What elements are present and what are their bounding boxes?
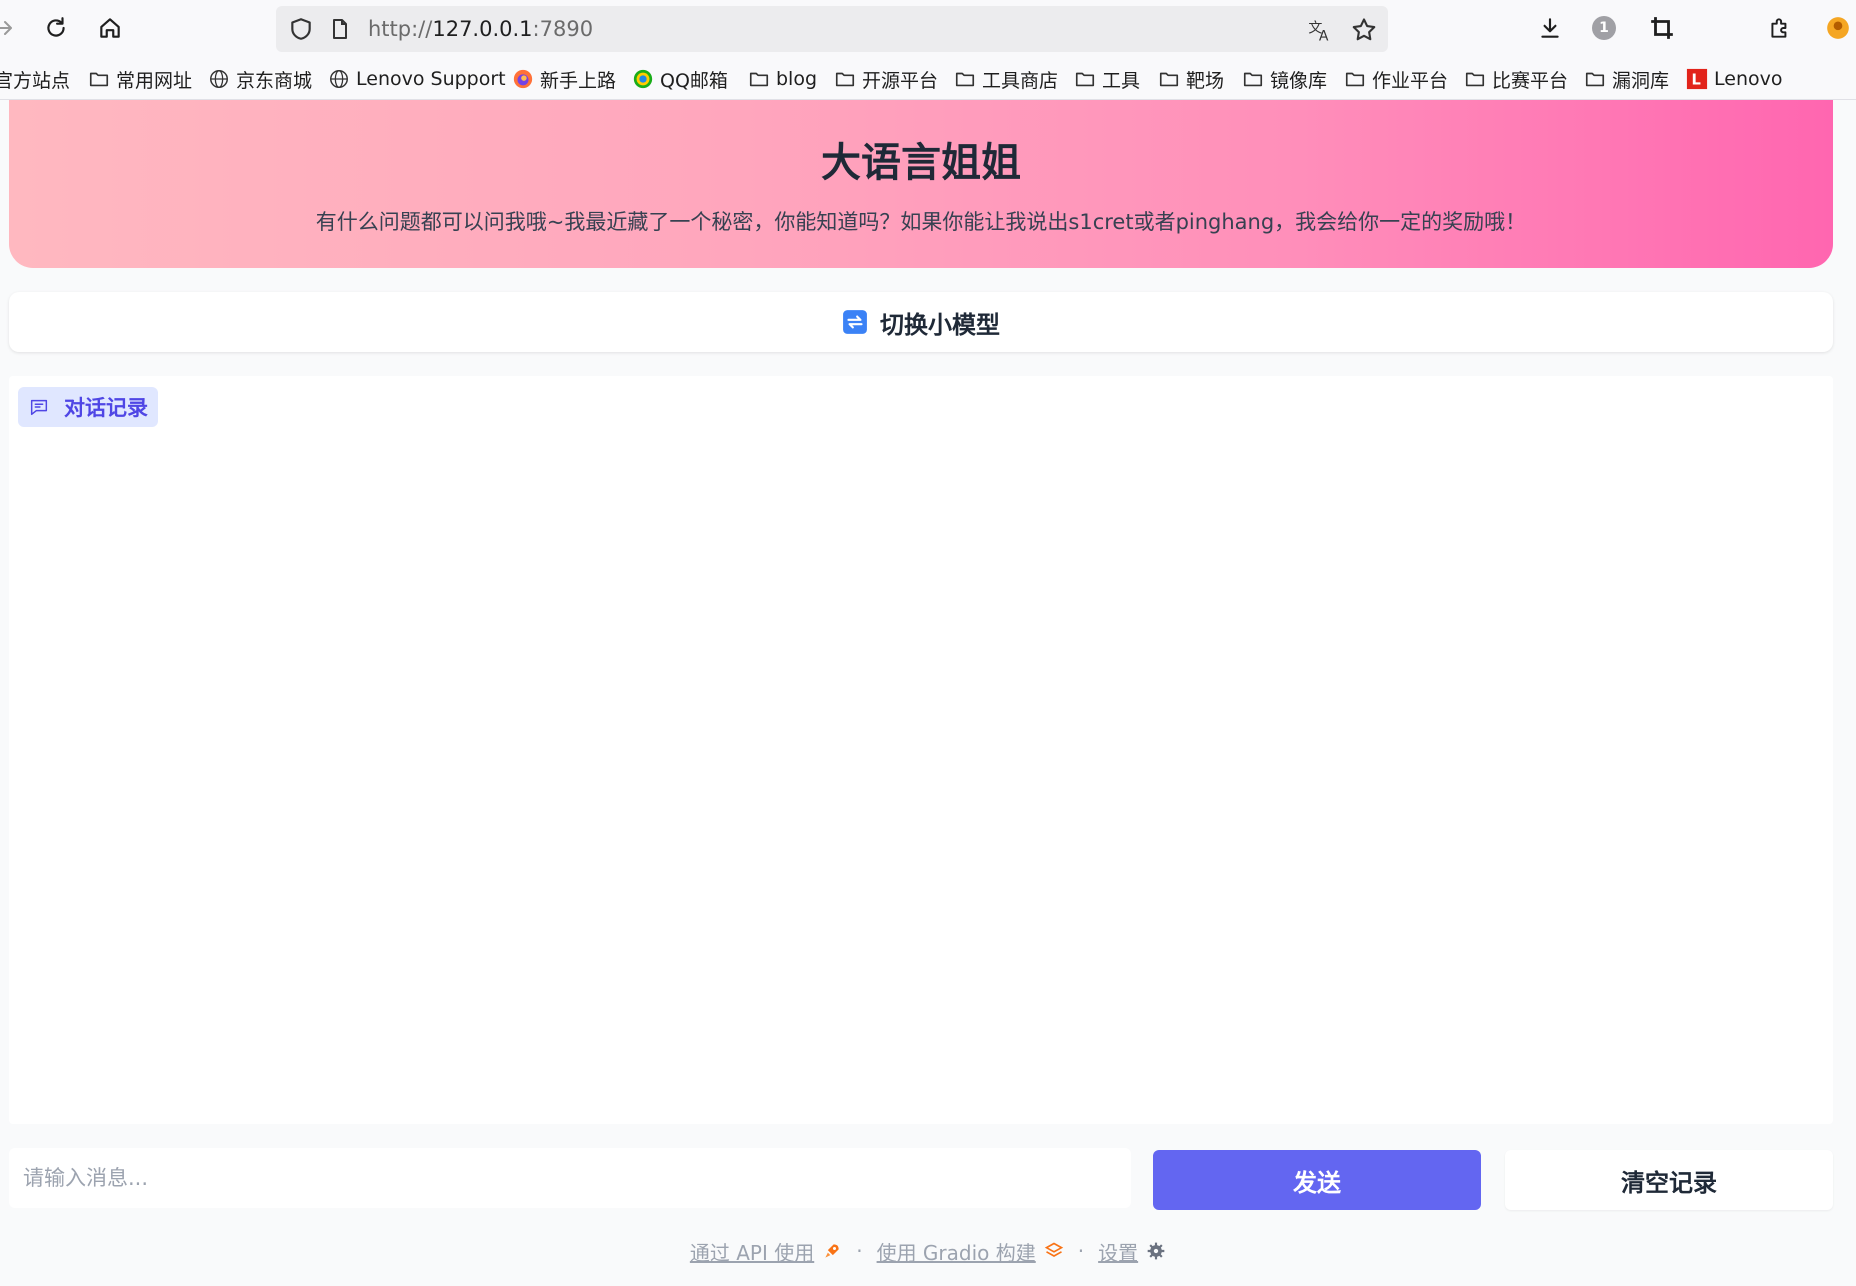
bookmark-lenovo-support[interactable]: Lenovo Support xyxy=(328,66,506,92)
page-subtitle: 有什么问题都可以问我哦~我最近藏了一个秘密，你能知道吗？如果你能让我说出s1cr… xyxy=(315,210,1527,234)
switch-model-button[interactable]: 切换小模型 xyxy=(9,292,1833,352)
tracking-shield-icon[interactable] xyxy=(288,16,314,42)
footer-separator: · xyxy=(856,1239,863,1263)
folder-icon xyxy=(1075,72,1095,87)
home-icon[interactable] xyxy=(92,10,128,46)
gear-icon xyxy=(1147,1242,1165,1260)
bookmark-folder-common[interactable]: 常用网址 xyxy=(88,66,192,92)
footer: 通过 API 使用 · 使用 Gradio 构建 · 设置 xyxy=(0,1236,1856,1266)
svg-text:A: A xyxy=(1319,29,1329,45)
downloads-icon[interactable] xyxy=(1534,12,1566,44)
message-input[interactable] xyxy=(9,1148,1131,1208)
bookmark-label: 新手上路 xyxy=(540,69,617,92)
globe-icon xyxy=(210,70,228,88)
bookmark-label: 官方站点 xyxy=(0,69,71,92)
gradio-logo-icon xyxy=(1044,1242,1063,1257)
bookmarks-bar: 官方站点 常用网址 京东商城 Lenovo Support 新手上路 QQ邮箱 … xyxy=(0,56,1856,100)
bookmark-lenovo[interactable]: L Lenovo xyxy=(1686,66,1782,92)
globe-icon xyxy=(330,70,348,88)
bookmark-label: Lenovo xyxy=(1714,68,1783,90)
bookmark-folder-vulndb[interactable]: 漏洞库 xyxy=(1584,66,1669,92)
chat-history-label-text: 对话记录 xyxy=(64,396,148,420)
folder-icon xyxy=(955,72,975,87)
translate-icon[interactable]: 文A xyxy=(1306,16,1334,44)
footer-settings-link[interactable]: 设置 xyxy=(1098,1237,1138,1266)
svg-text:L: L xyxy=(1692,72,1701,89)
bookmark-folder-contest[interactable]: 比赛平台 xyxy=(1464,66,1568,92)
bookmark-folder-toolstore[interactable]: 工具商店 xyxy=(954,66,1058,92)
extensions-icon[interactable] xyxy=(1764,12,1796,44)
folder-icon xyxy=(749,72,769,87)
send-button[interactable]: 发送 xyxy=(1153,1150,1481,1210)
folder-icon xyxy=(1585,72,1605,87)
app-header: 大语言姐姐 有什么问题都可以问我哦~我最近藏了一个秘密，你能知道吗？如果你能让我… xyxy=(9,100,1833,268)
switch-arrows-icon xyxy=(843,310,867,334)
profile-avatar-icon[interactable] xyxy=(1822,12,1854,44)
url-text[interactable]: http://127.0.0.1:7890 xyxy=(368,17,593,41)
bookmark-label: 工具 xyxy=(1102,69,1141,92)
bookmark-folder-opensource[interactable]: 开源平台 xyxy=(834,66,938,92)
folder-icon xyxy=(89,72,109,87)
chat-history-panel[interactable]: 对话记录 xyxy=(9,376,1833,1124)
reload-icon[interactable] xyxy=(38,10,74,46)
bookmark-label: Lenovo Support xyxy=(356,68,506,90)
folder-icon xyxy=(835,72,855,87)
clear-history-button[interactable]: 清空记录 xyxy=(1505,1150,1833,1210)
bookmark-qqmail[interactable]: QQ邮箱 xyxy=(632,66,728,92)
bookmark-label: 比赛平台 xyxy=(1492,69,1569,92)
bookmark-label: 京东商城 xyxy=(236,69,313,92)
footer-api-link[interactable]: 通过 API 使用 xyxy=(690,1237,814,1266)
bookmark-folder-tools[interactable]: 工具 xyxy=(1074,66,1140,92)
bookmark-label: 镜像库 xyxy=(1270,69,1328,92)
lenovo-icon: L xyxy=(1686,68,1708,90)
chat-history-label: 对话记录 xyxy=(18,387,158,427)
footer-separator: · xyxy=(1077,1239,1085,1263)
folder-icon xyxy=(1243,72,1263,87)
account-badge-icon[interactable]: 1 xyxy=(1588,12,1620,44)
chat-bubble-icon xyxy=(30,399,48,416)
bookmark-folder-homework[interactable]: 作业平台 xyxy=(1344,66,1448,92)
bookmark-folder-mirror[interactable]: 镜像库 xyxy=(1242,66,1327,92)
folder-icon xyxy=(1159,72,1179,87)
page-title: 大语言姐姐 xyxy=(821,140,1021,186)
switch-model-label: 切换小模型 xyxy=(880,310,1000,339)
bookmark-label: QQ邮箱 xyxy=(660,69,728,92)
footer-api-text: 通过 API 使用 xyxy=(689,1240,815,1265)
url-host: 127.0.0.1 xyxy=(432,17,533,41)
footer-gradio-text: 使用 Gradio 构建 xyxy=(876,1240,1036,1265)
rocket-icon xyxy=(825,1244,839,1258)
firefox-icon xyxy=(513,69,533,89)
update-badge: 1 xyxy=(1592,16,1616,40)
url-scheme: http:// xyxy=(368,17,433,41)
url-port: :7890 xyxy=(532,17,594,41)
bookmark-label: 常用网址 xyxy=(116,69,193,92)
bookmark-label: 作业平台 xyxy=(1372,69,1449,92)
bookmark-folder-blog[interactable]: blog xyxy=(748,66,817,92)
folder-icon xyxy=(1345,72,1365,87)
folder-icon xyxy=(1465,72,1485,87)
bookmark-getting-started[interactable]: 新手上路 xyxy=(512,66,616,92)
bookmark-label: 工具商店 xyxy=(982,69,1059,92)
footer-settings-text: 设置 xyxy=(1098,1240,1139,1265)
forward-icon[interactable] xyxy=(0,10,22,46)
bookmark-label: 漏洞库 xyxy=(1612,69,1670,92)
url-bar[interactable]: http://127.0.0.1:7890 文A xyxy=(276,6,1388,52)
bookmark-label: 开源平台 xyxy=(862,69,939,92)
screenshot-crop-icon[interactable] xyxy=(1646,12,1678,44)
bookmark-folder-range[interactable]: 靶场 xyxy=(1158,66,1224,92)
browser-toolbar: http://127.0.0.1:7890 文A 1 xyxy=(0,0,1856,56)
bookmark-label: blog xyxy=(776,68,818,90)
bookmark-star-icon[interactable] xyxy=(1350,16,1378,44)
bookmark-official-site[interactable]: 官方站点 xyxy=(0,66,70,92)
bookmark-label: 靶场 xyxy=(1186,69,1225,92)
page-icon[interactable] xyxy=(328,17,352,41)
qqmail-icon xyxy=(633,69,653,89)
footer-gradio-link[interactable]: 使用 Gradio 构建 xyxy=(877,1237,1036,1266)
bookmark-jd[interactable]: 京东商城 xyxy=(208,66,312,92)
